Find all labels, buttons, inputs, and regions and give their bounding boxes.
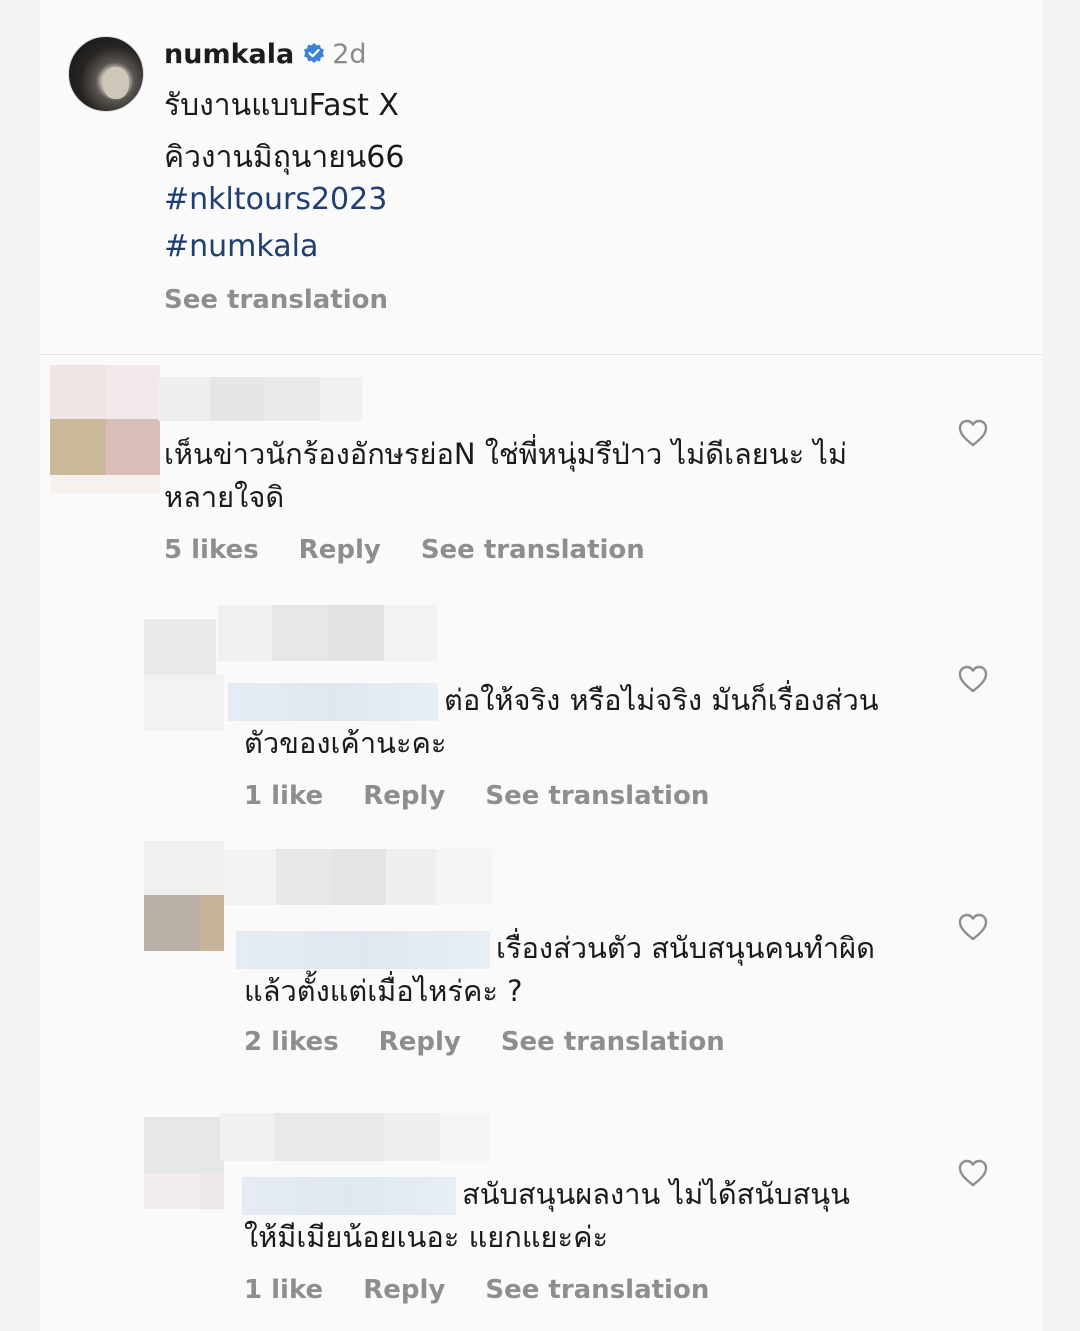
heart-outline-icon[interactable] [958, 419, 988, 447]
author-row: numkala 2d [164, 34, 367, 74]
author-avatar[interactable] [68, 36, 144, 112]
comment-actions: 1 like Reply See translation [244, 1275, 749, 1305]
mention-blurred[interactable] [242, 1177, 456, 1215]
comment-text-line-1: เรื่องส่วนตัว สนับสนุนคนทำผิด [236, 927, 875, 970]
post-caption: numkala 2d รับงานแบบFast X คิวงานมิถุนาย… [40, 0, 1042, 355]
comment-text-line-2: ตัวของเค้านะคะ [244, 726, 447, 760]
likes-count[interactable]: 1 like [244, 1275, 323, 1305]
comment-reply: ต่อให้จริง หรือไม่จริง มันก็เรื่องส่วน ต… [40, 605, 1042, 835]
comment-text-line-1: ต่อให้จริง หรือไม่จริง มันก็เรื่องส่วน [228, 679, 879, 722]
divider [40, 354, 1042, 355]
comment-text: ต่อให้จริง หรือไม่จริง มันก็เรื่องส่วน [444, 683, 879, 717]
see-translation-button[interactable]: See translation [485, 781, 709, 811]
author-username[interactable]: numkala [164, 39, 294, 70]
heart-outline-icon[interactable] [958, 1159, 988, 1187]
comment-text-line-1: เห็นข่าวนักร้องอักษรย่อN ใช่พี่หนุ่มรึป่… [164, 437, 848, 471]
comment-actions: 1 like Reply See translation [244, 781, 749, 811]
caption-line-1: รับงานแบบFast X [164, 88, 399, 123]
mention-blurred[interactable] [228, 683, 438, 721]
likes-count[interactable]: 1 like [244, 781, 323, 811]
reply-button[interactable]: Reply [379, 1027, 461, 1057]
reply-button[interactable]: Reply [299, 535, 381, 565]
likes-count[interactable]: 5 likes [164, 535, 259, 565]
comment-text: เรื่องส่วนตัว สนับสนุนคนทำผิด [496, 931, 875, 965]
comment: เห็นข่าวนักร้องอักษรย่อN ใช่พี่หนุ่มรึป่… [40, 365, 1042, 595]
see-translation-button[interactable]: See translation [485, 1275, 709, 1305]
hashtag-nkltours2023[interactable]: #nkltours2023 [164, 182, 387, 217]
verified-badge-icon [302, 42, 326, 66]
see-translation-button[interactable]: See translation [501, 1027, 725, 1057]
mention-blurred[interactable] [236, 931, 490, 969]
caption-see-translation[interactable]: See translation [164, 285, 388, 315]
comment-actions: 2 likes Reply See translation [244, 1027, 765, 1057]
post-card: numkala 2d รับงานแบบFast X คิวงานมิถุนาย… [40, 0, 1042, 1331]
post-time: 2d [332, 38, 367, 70]
comment-text-line-1: สนับสนุนผลงาน ไม่ได้สนับสนุน [242, 1173, 850, 1216]
caption-line-2: คิวงานมิถุนายน66 [164, 140, 405, 175]
comment-reply: สนับสนุนผลงาน ไม่ได้สนับสนุน ให้มีเมียน้… [40, 1113, 1042, 1331]
avatar-face [103, 67, 129, 99]
comment-actions: 5 likes Reply See translation [164, 535, 685, 565]
comment-text-line-2: แล้วตั้งแต่เมื่อไหร่คะ ? [244, 974, 523, 1008]
comment-text-line-2: หลายใจดิ [164, 480, 285, 514]
comment-text-line-2: ให้มีเมียน้อยเนอะ แยกแยะค่ะ [244, 1220, 609, 1254]
likes-count[interactable]: 2 likes [244, 1027, 339, 1057]
comment-text: สนับสนุนผลงาน ไม่ได้สนับสนุน [462, 1177, 850, 1211]
hashtag-numkala[interactable]: #numkala [164, 229, 318, 264]
comment-reply: เรื่องส่วนตัว สนับสนุนคนทำผิด แล้วตั้งแต… [40, 841, 1042, 1081]
reply-button[interactable]: Reply [363, 781, 445, 811]
heart-outline-icon[interactable] [958, 913, 988, 941]
reply-button[interactable]: Reply [363, 1275, 445, 1305]
see-translation-button[interactable]: See translation [421, 535, 645, 565]
heart-outline-icon[interactable] [958, 665, 988, 693]
